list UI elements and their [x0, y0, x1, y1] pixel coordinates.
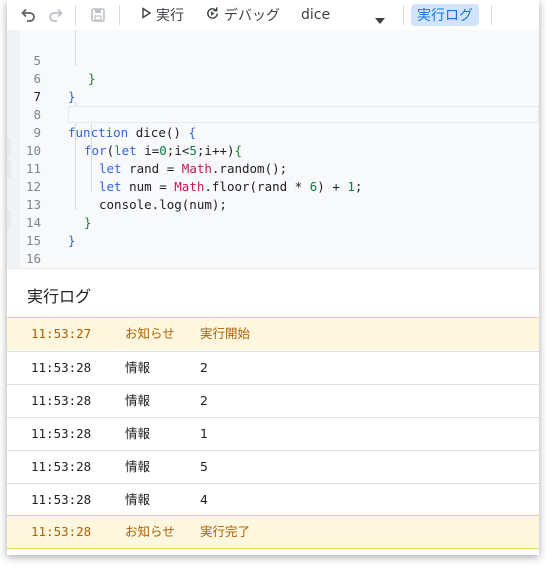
save-icon[interactable] [87, 4, 109, 26]
code-line: 11 let num = Math.floor(rand * 6) + 1; [7, 142, 539, 194]
code-line: 12 console.log(num); [7, 160, 539, 212]
log-level: 情報 [125, 492, 151, 507]
log-row: 11:53:28 お知らせ 実行完了 [7, 515, 539, 549]
log-row: 11:53:28 情報 5 [7, 450, 539, 483]
log-message: 4 [200, 492, 208, 507]
toolbar-divider [75, 5, 76, 25]
log-message: 実行開始 [200, 326, 251, 341]
log-row: 11:53:28 情報 2 [7, 351, 539, 384]
log-time: 11:53:28 [31, 360, 92, 375]
log-row: 11:53:28 情報 2 [7, 384, 539, 417]
code-line: 16 [7, 232, 539, 266]
code-line-current: 7 [7, 70, 539, 123]
dropdown-arrow-icon [375, 12, 385, 28]
log-time: 11:53:28 [31, 393, 92, 408]
toolbar-divider [119, 5, 120, 25]
log-panel-title: 実行ログ [27, 287, 92, 306]
toolbar-divider [403, 5, 404, 25]
log-level: 情報 [125, 426, 151, 441]
code-line: 9 for(let i=0;i<5;i++){ [7, 106, 539, 158]
code-line: 17 [7, 250, 539, 284]
log-time: 11:53:27 [31, 326, 92, 341]
script-editor-window: 実行 デバッグ dice 実行ログ 5 } 6} 7 8 function d… [7, 0, 539, 555]
log-time: 11:53:28 [31, 426, 92, 441]
code-line: 8 function dice() { [7, 88, 539, 140]
log-message: 1 [200, 426, 208, 441]
toolbar-divider [491, 5, 492, 25]
undo-icon[interactable] [17, 4, 39, 26]
code-line: 15 [7, 214, 539, 248]
function-select[interactable]: dice [301, 4, 391, 26]
debug-icon [205, 6, 220, 25]
log-row: 11:53:27 お知らせ 実行開始 [7, 317, 539, 350]
run-button-label: 実行 [156, 8, 184, 24]
log-time: 11:53:28 [31, 524, 92, 539]
log-level: 情報 [125, 393, 151, 408]
toolbar: 実行 デバッグ dice 実行ログ [7, 0, 539, 30]
log-level: 情報 [125, 360, 151, 375]
code-editor[interactable]: 5 } 6 } 7 8 function dice() { 9 for(let … [7, 30, 539, 284]
redo-icon[interactable] [45, 4, 67, 26]
log-level: お知らせ [125, 326, 175, 341]
code-line: 14 } [7, 196, 539, 248]
log-time: 11:53:28 [31, 459, 92, 474]
log-level: 情報 [125, 459, 151, 474]
code-line: 13 } [7, 178, 539, 230]
log-message: 2 [200, 393, 208, 408]
code-line: 6 } [7, 52, 539, 104]
log-message: 5 [200, 459, 208, 474]
play-icon [140, 7, 152, 23]
debug-button[interactable]: デバッグ [205, 4, 280, 26]
code-line: 10 let rand = Math.random(); [7, 124, 539, 176]
log-message: 実行完了 [200, 524, 251, 539]
log-level: お知らせ [125, 524, 175, 539]
debug-button-label: デバッグ [224, 8, 280, 24]
function-select-value: dice [301, 7, 331, 23]
run-button[interactable]: 実行 [140, 4, 184, 26]
log-row: 11:53:28 情報 4 [7, 483, 539, 516]
log-message: 2 [200, 360, 208, 375]
code-line: 5 } [7, 34, 539, 86]
log-time: 11:53:28 [31, 492, 92, 507]
execution-log-button[interactable]: 実行ログ [411, 4, 479, 26]
log-row: 11:53:28 情報 1 [7, 417, 539, 450]
execution-log-panel: 実行ログ 11:53:27 お知らせ 実行開始 11:53:28 情報 2 11… [7, 268, 539, 555]
